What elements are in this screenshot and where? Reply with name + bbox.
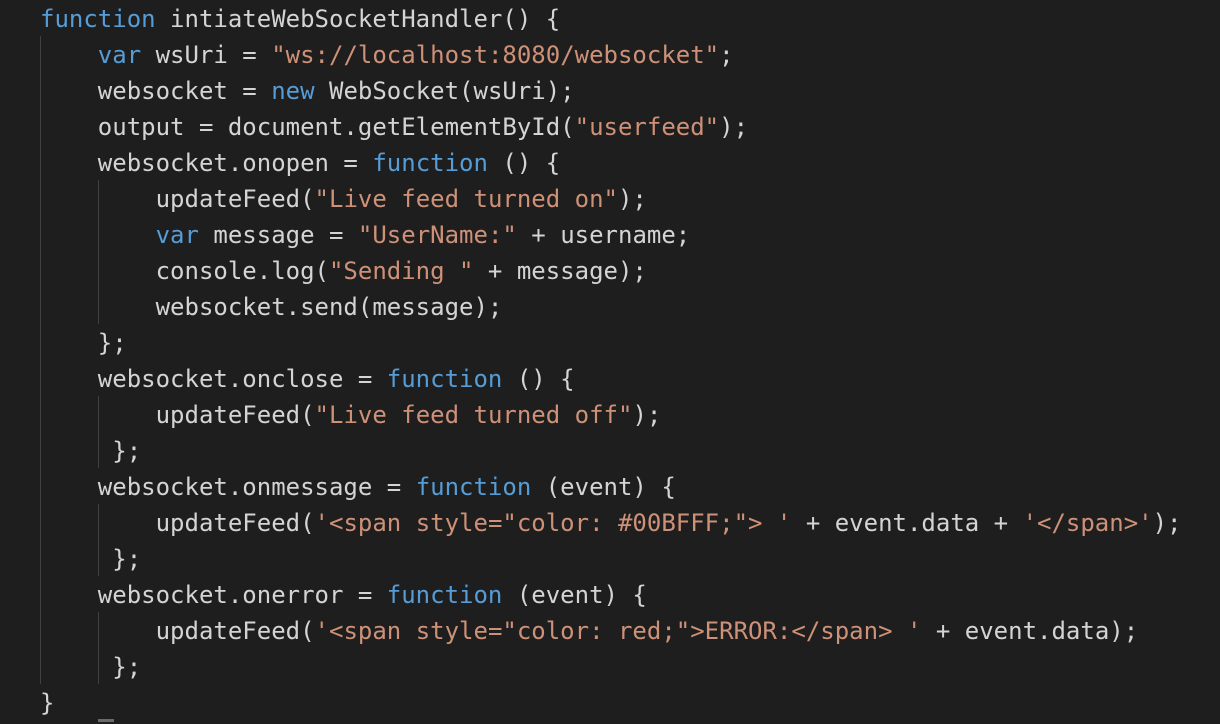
code-line[interactable]: websocket.onclose = function () {: [40, 361, 575, 397]
code-token-default: websocket.onmessage =: [40, 473, 416, 501]
code-token-default: + event.data);: [921, 617, 1139, 645]
code-token-default: );: [632, 401, 662, 429]
code-token-default: updateFeed(: [40, 509, 315, 537]
code-token-default: wsUri =: [141, 41, 272, 69]
code-token-default: () {: [487, 149, 561, 177]
code-token-keyword: function: [40, 5, 156, 33]
code-token-default: );: [1152, 509, 1182, 537]
code-line[interactable]: };: [40, 433, 141, 469]
code-line[interactable]: output = document.getElementById("userfe…: [40, 109, 748, 145]
code-token-default: [40, 41, 98, 69]
code-token-default: intiateWebSocketHandler() {: [155, 5, 561, 33]
code-line[interactable]: };: [40, 325, 127, 361]
code-token-default: WebSocket(wsUri);: [314, 77, 575, 105]
code-line[interactable]: function intiateWebSocketHandler() {: [40, 1, 560, 37]
code-line[interactable]: websocket = new WebSocket(wsUri);: [40, 73, 575, 109]
code-line[interactable]: var message = "UserName:" + username;: [40, 217, 691, 253]
code-token-default: websocket.send(message);: [40, 293, 503, 321]
code-line[interactable]: websocket.onopen = function () {: [40, 145, 560, 181]
code-token-default: message =: [198, 221, 358, 249]
code-line[interactable]: }: [40, 685, 54, 721]
code-token-default: updateFeed(: [40, 401, 315, 429]
code-token-default: (event) {: [531, 473, 676, 501]
code-line[interactable]: updateFeed('<span style="color: red;">ER…: [40, 613, 1139, 649]
code-line[interactable]: };: [40, 541, 141, 577]
code-token-keyword: function: [415, 473, 532, 501]
code-token-keyword: var: [97, 41, 142, 69]
code-token-string: "Live feed turned off": [314, 401, 633, 429]
text-cursor: [98, 719, 114, 722]
code-token-default: websocket.onerror =: [40, 581, 387, 609]
code-token-default: + username;: [516, 221, 691, 249]
code-token-string: "Live feed turned on": [314, 185, 618, 213]
code-editor[interactable]: function intiateWebSocketHandler() { var…: [0, 0, 1220, 724]
code-token-default: ;: [719, 41, 734, 69]
code-token-default: }: [40, 689, 55, 717]
code-token-string: '</span>': [1022, 509, 1153, 537]
code-line[interactable]: updateFeed('<span style="color: #00BFFF;…: [40, 505, 1182, 541]
code-token-default: + message);: [473, 257, 647, 285]
code-token-default: [40, 221, 156, 249]
code-token-default: websocket.onclose =: [40, 365, 387, 393]
code-token-default: };: [40, 653, 142, 681]
code-token-default: );: [719, 113, 749, 141]
code-token-default: websocket =: [40, 77, 272, 105]
code-token-default: );: [617, 185, 647, 213]
code-token-default: (event) {: [502, 581, 647, 609]
code-token-keyword: new: [271, 77, 315, 105]
code-token-default: updateFeed(: [40, 185, 315, 213]
code-token-string: '<span style="color: red;">ERROR:</span>…: [314, 617, 922, 645]
code-line[interactable]: console.log("Sending " + message);: [40, 253, 647, 289]
code-token-default: output = document.getElementById(: [40, 113, 575, 141]
code-token-default: };: [40, 437, 142, 465]
code-token-string: "UserName:": [357, 221, 517, 249]
code-line[interactable]: };: [40, 649, 141, 685]
code-token-default: websocket.onopen =: [40, 149, 373, 177]
code-line[interactable]: websocket.onerror = function (event) {: [40, 577, 647, 613]
code-token-default: console.log(: [40, 257, 329, 285]
code-token-string: "userfeed": [574, 113, 720, 141]
code-token-default: };: [40, 329, 127, 357]
code-line[interactable]: websocket.onmessage = function (event) {: [40, 469, 676, 505]
code-line[interactable]: updateFeed("Live feed turned off");: [40, 397, 662, 433]
code-token-default: + event.data +: [791, 509, 1023, 537]
code-token-default: updateFeed(: [40, 617, 315, 645]
code-token-string: '<span style="color: #00BFFF;"> ': [314, 509, 792, 537]
code-token-keyword: var: [155, 221, 199, 249]
code-line[interactable]: var wsUri = "ws://localhost:8080/websock…: [40, 37, 734, 73]
code-token-keyword: function: [386, 581, 503, 609]
code-token-string: "ws://localhost:8080/websocket": [271, 41, 720, 69]
code-line[interactable]: updateFeed("Live feed turned on");: [40, 181, 647, 217]
code-line[interactable]: websocket.send(message);: [40, 289, 503, 325]
code-token-default: () {: [502, 365, 575, 393]
code-token-keyword: function: [372, 149, 488, 177]
code-token-keyword: function: [386, 365, 503, 393]
code-token-string: "Sending ": [328, 257, 474, 285]
code-token-default: };: [40, 545, 142, 573]
